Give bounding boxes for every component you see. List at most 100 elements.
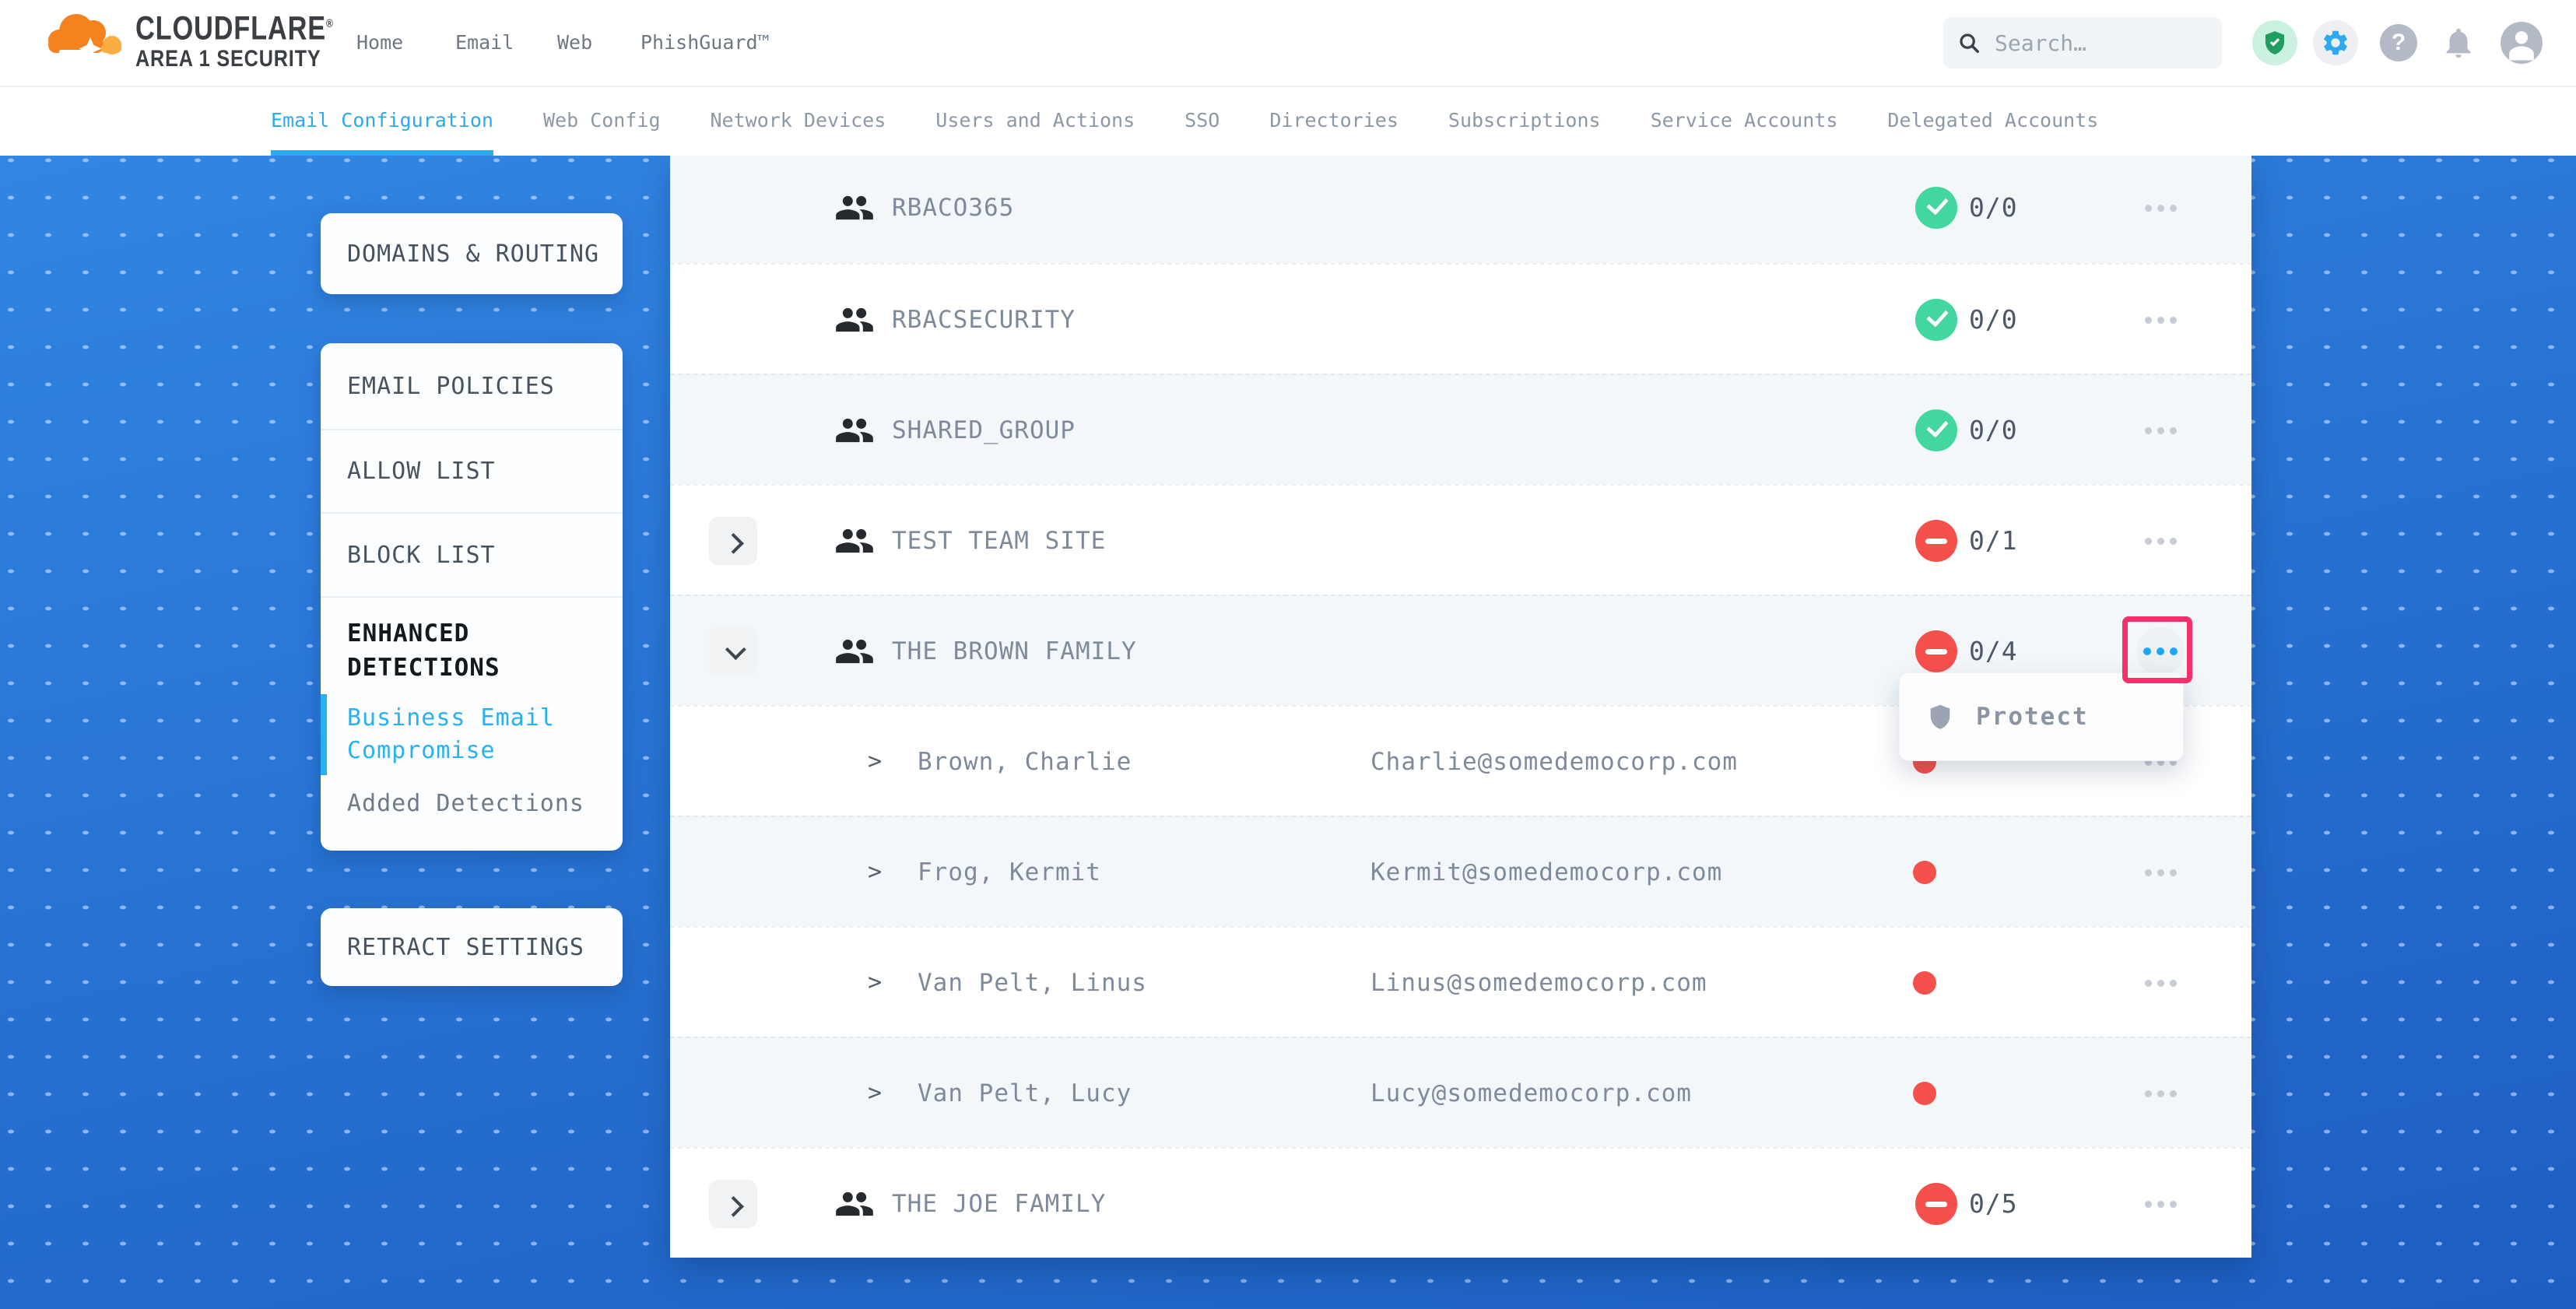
search-box [1943,17,2222,68]
chevron-right-icon: > [868,928,882,1038]
nav-item-web[interactable]: Web [557,0,592,86]
sidebar-item-added-detections[interactable]: Added Detections [321,778,623,844]
search-icon [1957,31,1981,54]
table-row-group: TEST TEAM SITE 0/1 [670,484,2251,595]
sidebar-policies-card: EMAIL POLICIES ALLOW LIST BLOCK LIST ENH… [321,343,623,851]
sidebar-item-block-list[interactable]: BLOCK LIST [321,512,623,596]
sidebar-label: DOMAINS & ROUTING [347,240,599,268]
status-protected-badge [1915,409,1957,451]
tab-network-devices[interactable]: Network Devices [711,87,886,156]
group-icon [834,300,875,343]
app-header: CLOUDFLARE® AREA 1 SECURITY Home Email W… [0,0,2576,86]
tab-directories[interactable]: Directories [1269,87,1399,156]
table-row-group: RBACSECURITY 0/0 [670,263,2251,374]
tab-service-accounts[interactable]: Service Accounts [1651,87,1838,156]
user-name: Van Pelt, Linus [918,928,1147,1038]
sidebar-item-allow-list[interactable]: ALLOW LIST [321,429,623,512]
app-root: CLOUDFLARE® AREA 1 SECURITY Home Email W… [0,0,2576,1309]
shield-icon [1926,701,1954,732]
nav-item-phishguard[interactable]: PhishGuard™ [640,0,770,86]
table-row-group: THE JOE FAMILY 0/5 [670,1147,2251,1258]
sidebar-item-email-policies[interactable]: EMAIL POLICIES [321,343,623,429]
group-icon [834,631,875,675]
account-avatar[interactable] [2501,22,2543,64]
nav-item-home[interactable]: Home [356,0,403,86]
status-unprotected-badge [1915,520,1957,562]
cloudflare-cloud-icon [44,11,125,59]
group-name: RBACO365 [892,153,1014,263]
group-name: RBACSECURITY [892,265,1076,375]
person-icon [2501,22,2543,64]
row-menu-button[interactable] [2130,1038,2191,1149]
table-row-user: > Van Pelt, Linus Linus@somedemocorp.com [670,926,2251,1037]
sidebar-item-domains-routing[interactable]: DOMAINS & ROUTING [321,213,623,294]
sidebar-label: ALLOW LIST [347,458,496,485]
row-menu-button[interactable] [2130,153,2191,263]
group-icon [834,521,875,564]
nav-item-email[interactable]: Email [455,0,514,86]
sidebar-item-business-email-compromise[interactable]: Business Email Compromise [321,691,623,778]
sidebar-section-enhanced-detections: ENHANCED DETECTIONS [321,596,623,691]
chevron-right-icon: > [868,1038,882,1149]
expand-row-button[interactable] [709,517,757,565]
group-name: THE BROWN FAMILY [892,596,1137,707]
protect-menu[interactable]: Protect [1899,672,2184,761]
user-email: Lucy@somedemocorp.com [1370,1038,1692,1149]
brand-name: CLOUDFLARE® [135,6,334,46]
row-menu-button[interactable] [2130,265,2191,375]
row-menu-button[interactable] [2130,1149,2191,1259]
cloudflare-logo: CLOUDFLARE® AREA 1 SECURITY [44,6,383,72]
member-count: 0/0 [1969,153,2018,263]
registered-mark: ® [326,17,334,30]
user-name: Brown, Charlie [918,707,1132,817]
table-row-group: SHARED_GROUP 0/0 [670,374,2251,484]
status-unprotected-dot [1913,971,1936,995]
row-menu-button[interactable] [2130,486,2191,596]
security-status-button[interactable] [2252,20,2297,65]
secondary-nav: Email Configuration Web Config Network D… [0,86,2576,156]
user-email: Charlie@somedemocorp.com [1370,707,1738,817]
notifications-button[interactable] [2437,21,2480,65]
group-name: THE JOE FAMILY [892,1149,1106,1259]
bell-icon [2441,25,2476,61]
sidebar-label: BLOCK LIST [347,542,496,569]
status-protected-badge [1915,187,1957,229]
search-input[interactable] [1993,30,2191,57]
member-count: 0/0 [1969,265,2018,375]
protect-menu-item[interactable]: Protect [1976,703,2089,731]
group-icon [834,1184,875,1227]
member-count: 0/0 [1969,375,2018,486]
user-email: Kermit@somedemocorp.com [1370,817,1722,928]
row-menu-button[interactable] [2130,375,2191,486]
expand-row-button[interactable] [709,1180,757,1228]
annotation-highlight-box [2122,616,2192,683]
chevron-right-icon [723,532,744,553]
chevron-down-icon [725,639,746,660]
tab-subscriptions[interactable]: Subscriptions [1448,87,1601,156]
group-name: SHARED_GROUP [892,375,1076,486]
status-protected-badge [1915,299,1957,341]
member-count: 0/1 [1969,486,2018,596]
user-email: Linus@somedemocorp.com [1370,928,1707,1038]
collapse-row-button[interactable] [709,627,757,676]
chevron-right-icon [723,1195,744,1216]
sidebar-label: RETRACT SETTINGS [347,934,584,961]
status-unprotected-badge [1915,1183,1957,1225]
chevron-right-icon: > [868,707,882,817]
row-menu-button[interactable] [2130,928,2191,1038]
sidebar-item-retract-settings[interactable]: RETRACT SETTINGS [321,908,623,986]
tab-users-and-actions[interactable]: Users and Actions [935,87,1135,156]
tab-delegated-accounts[interactable]: Delegated Accounts [1887,87,2098,156]
user-name: Van Pelt, Lucy [918,1038,1132,1149]
brand-text: CLOUDFLARE® AREA 1 SECURITY [135,6,383,72]
member-count: 0/5 [1969,1149,2018,1259]
settings-button[interactable] [2313,20,2358,65]
tab-email-configuration[interactable]: Email Configuration [271,87,493,156]
help-button[interactable]: ? [2380,24,2417,61]
row-menu-button[interactable] [2130,817,2191,928]
gear-icon [2321,28,2350,58]
sidebar-label: EMAIL POLICIES [347,373,555,400]
tab-web-config[interactable]: Web Config [543,87,661,156]
tab-sso[interactable]: SSO [1184,87,1220,156]
table-row-user: > Van Pelt, Lucy Lucy@somedemocorp.com [670,1037,2251,1147]
